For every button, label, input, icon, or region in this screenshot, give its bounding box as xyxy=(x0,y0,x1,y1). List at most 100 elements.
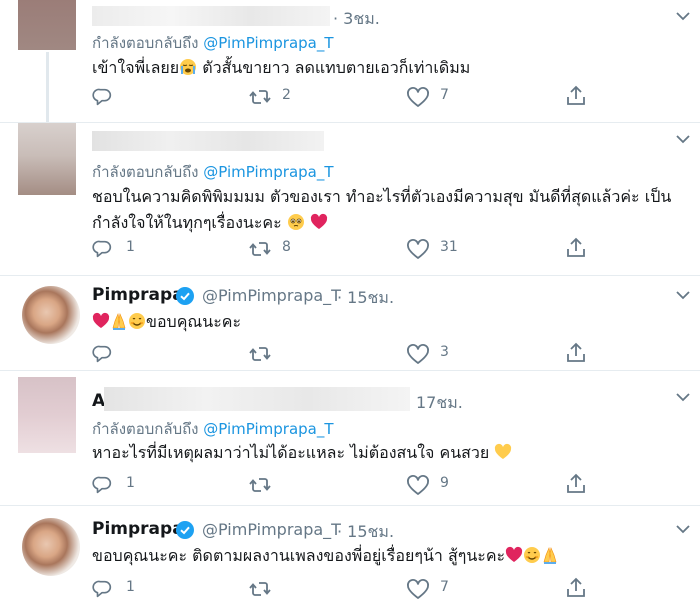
replying-prefix: กำลังตอบกลับถึง xyxy=(92,420,199,438)
share-icon xyxy=(567,86,585,105)
reply-button[interactable] xyxy=(92,86,152,108)
like-button[interactable]: 3 xyxy=(406,343,466,365)
share-button[interactable] xyxy=(564,236,594,258)
heart-icon xyxy=(407,87,429,107)
replying-to: กำลังตอบกลับถึง @PimPimprapa_T xyxy=(92,417,334,441)
verified-badge-icon xyxy=(176,287,194,305)
avatar-blurred[interactable] xyxy=(18,377,76,453)
like-button[interactable]: 7 xyxy=(406,578,466,600)
chevron-down-icon[interactable] xyxy=(676,12,690,22)
share-button[interactable] xyxy=(564,472,594,494)
username-blurred xyxy=(92,6,330,26)
retweet-button[interactable] xyxy=(248,578,308,600)
retweet-button[interactable] xyxy=(248,343,308,365)
replying-to: กำลังตอบกลับถึง @PimPimprapa_T xyxy=(92,160,334,184)
mention-link[interactable]: @PimPimprapa_T xyxy=(203,420,333,438)
reply-icon xyxy=(92,240,112,258)
tweet-text-part: ขอบคุณนะคะ xyxy=(146,312,242,331)
share-button[interactable] xyxy=(564,84,594,106)
retweet-count: 2 xyxy=(282,87,291,103)
mention-link[interactable]: @PimPimprapa_T xyxy=(203,163,333,181)
display-name[interactable]: Pimprapa xyxy=(92,519,184,539)
share-icon xyxy=(567,474,585,493)
replying-prefix: กำลังตอบกลับถึง xyxy=(92,163,199,181)
retweet-button[interactable]: 8 xyxy=(248,238,308,260)
folded-hands-emoji xyxy=(543,547,557,564)
user-handle[interactable]: @PimPimprapa_T xyxy=(202,286,341,305)
pleading-face-emoji xyxy=(287,213,305,231)
heart-icon xyxy=(407,344,429,364)
tweet-2[interactable]: กำลังตอบกลับถึง @PimPimprapa_T ชอบในความ… xyxy=(0,123,700,275)
tweet-4[interactable]: A 17ชม. กำลังตอบกลับถึง @PimPimprapa_T ห… xyxy=(0,371,700,505)
reply-icon xyxy=(92,345,112,363)
avatar-pimprapa[interactable] xyxy=(22,286,80,344)
red-heart-emoji xyxy=(310,213,328,229)
reply-count: 1 xyxy=(126,579,135,595)
avatar-blurred[interactable] xyxy=(18,123,76,195)
tweet-text: ขอบคุณนะคะ ติดตามผลงานเพลงของพี่อยู่เรื่… xyxy=(92,543,559,569)
tweet-text: หาอะไรที่มีเหตุผลมาว่าไม่ได้อะแหละ ไม่ต้… xyxy=(92,440,512,466)
reply-count: 1 xyxy=(126,239,135,255)
user-handle[interactable]: @PimPimprapa_T xyxy=(202,520,341,539)
mention-link[interactable]: @PimPimprapa_T xyxy=(203,34,333,52)
red-heart-emoji xyxy=(92,312,110,328)
heart-icon xyxy=(407,239,429,259)
heart-icon xyxy=(407,579,429,599)
reply-icon xyxy=(92,580,112,598)
tweet-time[interactable]: 17ชม. xyxy=(416,391,463,416)
chevron-down-icon[interactable] xyxy=(676,135,690,145)
avatar-blurred[interactable] xyxy=(18,0,76,50)
avatar-pimprapa[interactable] xyxy=(22,518,80,576)
like-count: 7 xyxy=(440,87,449,103)
tweet-3[interactable]: Pimprapa @PimPimprapa_T · 15ชม. ขอบคุณนะ… xyxy=(0,276,700,368)
retweet-button[interactable] xyxy=(248,474,308,496)
tweet-text: ขอบคุณนะคะ xyxy=(92,309,241,335)
tweet-text-line-2: กำลังใจให้ในทุกๆเรื่องนะคะ xyxy=(92,210,328,236)
reply-button[interactable]: 1 xyxy=(92,578,152,600)
tweet-text-part: หาอะไรที่มีเหตุผลมาว่าไม่ได้อะแหละ ไม่ต้… xyxy=(92,443,490,462)
like-button[interactable]: 7 xyxy=(406,86,466,108)
reply-icon xyxy=(92,88,112,106)
display-name[interactable]: Pimprapa xyxy=(92,285,184,305)
tweet-time[interactable]: · 15ชม. xyxy=(337,286,394,311)
share-icon xyxy=(567,343,585,362)
retweet-icon xyxy=(249,478,271,492)
like-button[interactable]: 31 xyxy=(406,238,466,260)
red-heart-emoji xyxy=(506,546,523,562)
yellow-heart-emoji xyxy=(495,443,512,459)
share-icon xyxy=(567,238,585,257)
tweet-text-part: ขอบคุณนะคะ ติดตามผลงานเพลงของพี่อยู่เรื่… xyxy=(92,546,506,565)
like-button[interactable]: 9 xyxy=(406,474,466,496)
tweet-5[interactable]: Pimprapa @PimPimprapa_T · 15ชม. ขอบคุณนะ… xyxy=(0,506,700,609)
share-button[interactable] xyxy=(564,576,594,598)
like-count: 9 xyxy=(440,475,449,491)
folded-hands-emoji xyxy=(112,313,126,330)
smiling-face-emoji xyxy=(523,546,541,564)
username-blurred xyxy=(92,131,324,151)
reply-button[interactable] xyxy=(92,343,152,365)
tweet-time[interactable]: · 3ชม. xyxy=(333,7,380,32)
share-icon xyxy=(567,578,585,597)
reply-count: 1 xyxy=(126,475,135,491)
like-count: 7 xyxy=(440,579,449,595)
retweet-icon xyxy=(249,582,271,596)
crying-face-emoji xyxy=(179,58,198,76)
reply-icon xyxy=(92,476,112,494)
tweet-text-line-1: ชอบในความคิดพิพิมมมม ตัวของเรา ทำอะไรที่… xyxy=(92,187,672,206)
like-count: 3 xyxy=(440,344,449,360)
chevron-down-icon[interactable] xyxy=(676,525,690,535)
verified-badge-icon xyxy=(176,521,194,539)
retweet-icon xyxy=(249,90,271,104)
reply-button[interactable]: 1 xyxy=(92,474,152,496)
tweet-1[interactable]: · 3ชม. กำลังตอบกลับถึง @PimPimprapa_T เข… xyxy=(0,0,700,122)
chevron-down-icon[interactable] xyxy=(676,291,690,301)
chevron-down-icon[interactable] xyxy=(676,393,690,403)
tweet-text-part: เข้าใจพี่เลยย xyxy=(92,58,180,77)
thread-line xyxy=(46,52,49,122)
tweet-text: เข้าใจพี่เลยย ตัวสั้นขายาว ลดแทบตายเอวก็… xyxy=(92,55,470,81)
tweet-time[interactable]: · 15ชม. xyxy=(337,520,394,545)
retweet-icon xyxy=(249,347,271,361)
share-button[interactable] xyxy=(564,341,594,363)
reply-button[interactable]: 1 xyxy=(92,238,152,260)
retweet-button[interactable]: 2 xyxy=(248,86,308,108)
